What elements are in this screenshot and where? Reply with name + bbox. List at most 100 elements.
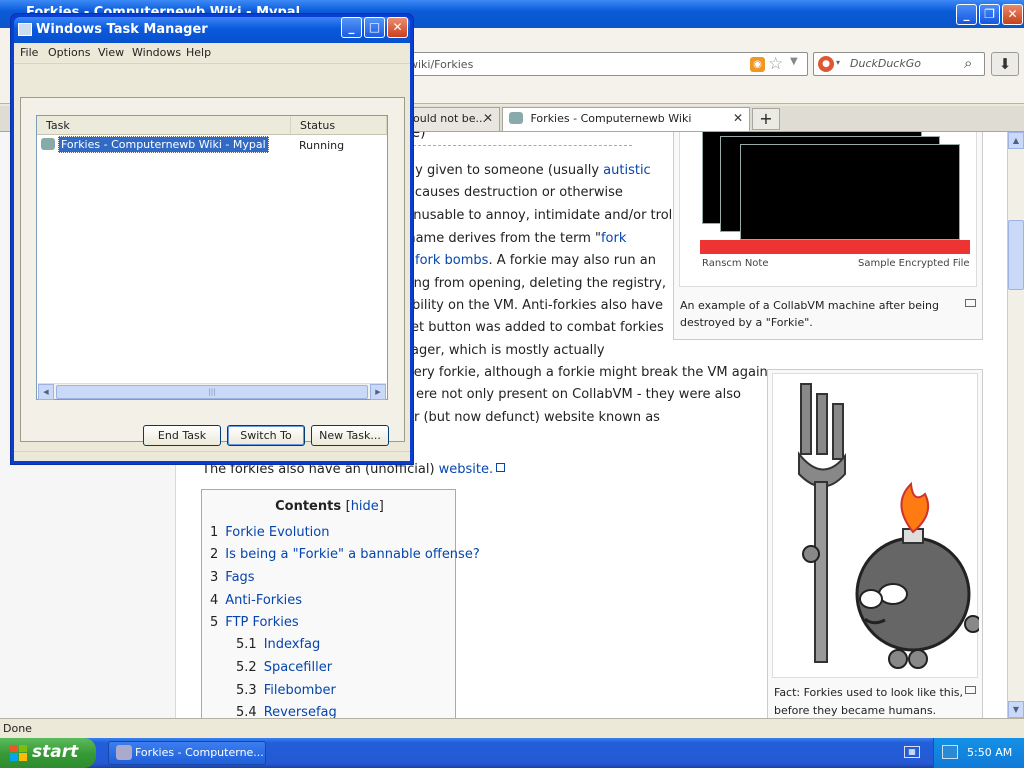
scroll-right-icon[interactable]: ▶ (370, 384, 386, 400)
article-line-3: unusable to annoy, intimidate and/or tro… (405, 208, 676, 223)
tm-maximize-button[interactable]: □ (364, 17, 385, 38)
line-text: . A forkie may also run an (488, 253, 656, 268)
download-icon[interactable]: ⬇ (991, 52, 1019, 76)
taskbar-app-icon (116, 745, 132, 760)
image-thumbnail-collabvm: Ranscm Note Sample Encrypted File An exa… (673, 132, 983, 340)
task-app-icon (41, 138, 55, 150)
link-fork[interactable]: fork (601, 231, 626, 246)
menu-options[interactable]: Options (48, 46, 90, 59)
windows-flag-icon (10, 745, 27, 761)
url-dropdown-icon[interactable]: ▼ (790, 56, 798, 67)
status-text: Done (3, 722, 32, 735)
toc-label: Anti-Forkies (225, 593, 303, 608)
task-manager-menubar: File Options View Windows Help (14, 43, 410, 63)
bomb-with-fork-image[interactable] (772, 373, 982, 678)
horizontal-scrollbar[interactable]: ◀ ||| ▶ (38, 383, 386, 400)
enlarge-icon[interactable] (965, 686, 976, 694)
scroll-thumb[interactable] (1008, 220, 1024, 290)
toc-label: Indexfag (263, 637, 321, 652)
menu-file[interactable]: File (20, 46, 38, 59)
rss-icon[interactable]: ◉ (750, 57, 765, 72)
tab-close-icon[interactable]: ✕ (483, 111, 493, 125)
tab-row (14, 63, 410, 93)
toc-hide-toggle[interactable]: hide (351, 499, 379, 514)
encrypted-file-label: Sample Encrypted File (858, 258, 970, 269)
tab-favicon-icon (509, 112, 523, 124)
toc-item[interactable]: 5.2 Spacefiller (236, 660, 332, 675)
link-autistic[interactable]: autistic (603, 163, 651, 178)
collabvm-screenshot[interactable]: Ranscm Note Sample Encrypted File (679, 132, 977, 287)
enlarge-icon[interactable] (965, 299, 976, 307)
article-line-4: heir name derives from the term "fork (378, 228, 626, 250)
toc-num: 3 (210, 570, 219, 585)
ransom-note-label: Ranscm Note (702, 258, 769, 269)
restore-button[interactable]: ❐ (979, 4, 1000, 25)
scroll-left-icon[interactable]: ◀ (38, 384, 54, 400)
toc-title-text: Contents (275, 499, 342, 514)
new-tab-button[interactable]: + (752, 108, 780, 130)
scroll-down-icon[interactable]: ▼ (1008, 701, 1024, 718)
toc-label: Is being a "Forkie" a bannable offense? (225, 547, 480, 562)
search-engine-dropdown-icon[interactable]: ▾ (836, 58, 840, 67)
toc-item[interactable]: 4 Anti-Forkies (210, 593, 302, 608)
article-line-12: r (but now defunct) website known as (414, 410, 660, 425)
article-line-8: et button was added to combat forkies (411, 320, 664, 335)
toc-item[interactable]: 5.4 Reversefag (236, 705, 337, 718)
column-status[interactable]: Status (291, 116, 387, 135)
start-label: start (32, 742, 79, 762)
browser-status-bar: Done (0, 718, 1024, 738)
task-manager-window[interactable]: Windows Task Manager _ □ ✕ File Options … (10, 13, 414, 465)
image-thumbnail-bomb: Fact: Forkies used to look like this, be… (767, 369, 983, 718)
toc-item[interactable]: 1 Forkie Evolution (210, 525, 329, 540)
end-task-button[interactable]: End Task (143, 425, 221, 446)
menu-help[interactable]: Help (186, 46, 211, 59)
toc-item[interactable]: 2 Is being a "Forkie" a bannable offense? (210, 547, 480, 562)
new-task-button[interactable]: New Task... (311, 425, 389, 446)
bomb-fork-illustration (798, 383, 982, 669)
task-manager-body: File Options View Windows Help Task Stat… (14, 43, 410, 461)
toc-item[interactable]: 3 Fags (210, 570, 255, 585)
link-website[interactable]: website. (439, 462, 494, 477)
toc-item[interactable]: 5.3 Filebomber (236, 683, 336, 698)
menu-view[interactable]: View (98, 46, 124, 59)
toc-label: Filebomber (263, 683, 336, 698)
duckduckgo-icon[interactable]: ● (818, 56, 834, 72)
toc-label: Spacefiller (263, 660, 333, 675)
article-line-11: ere not only present on CollabVM - they … (416, 387, 741, 402)
switch-to-button[interactable]: Switch To (227, 425, 305, 446)
menu-windows[interactable]: Windows (132, 46, 181, 59)
toc-num: 5.4 (236, 705, 257, 718)
table-row[interactable]: Forkies - Computernewb Wiki - Mypal Runn… (41, 136, 344, 153)
toc-item[interactable]: 5 FTP Forkies (210, 615, 299, 630)
task-list[interactable]: Task Status Forkies - Computernewb Wiki … (36, 115, 388, 400)
horizontal-scroll-thumb[interactable]: ||| (56, 385, 368, 399)
address-url: wiki/Forkies (409, 58, 474, 71)
clock[interactable]: 5:50 AM (967, 746, 1012, 759)
tm-minimize-button[interactable]: _ (341, 17, 362, 38)
toc-label: Forkie Evolution (225, 525, 330, 540)
toc-num: 5.2 (236, 660, 257, 675)
link-fork-bombs[interactable]: fork bombs (415, 253, 488, 268)
minimize-button[interactable]: _ (956, 4, 977, 25)
toc-item[interactable]: 5.1 Indexfag (236, 637, 320, 652)
tab-close-icon[interactable]: ✕ (733, 111, 743, 125)
toc-num: 5.1 (236, 637, 257, 652)
keyboard-icon[interactable]: ▦ (904, 746, 920, 758)
network-icon[interactable] (942, 745, 958, 759)
toc-num: 5.3 (236, 683, 257, 698)
toc-num: 2 (210, 547, 219, 562)
task-manager-statusbar (14, 451, 410, 461)
article-line-10: very forkie, although a forkie might bre… (406, 365, 768, 380)
toc-num: 4 (210, 593, 219, 608)
search-icon[interactable]: ⌕ (964, 54, 972, 72)
scroll-up-icon[interactable]: ▲ (1008, 132, 1024, 149)
bookmark-star-icon[interactable]: ☆ (768, 54, 783, 74)
article-line-9: ager, which is mostly actually (411, 343, 605, 358)
task-name: Forkies - Computernewb Wiki - Mypal (58, 136, 269, 153)
table-of-contents: Contents [hide] 1 Forkie Evolution 2 Is be… (201, 489, 480, 718)
close-button[interactable]: ✕ (1002, 4, 1023, 25)
tm-close-button[interactable]: ✕ (387, 17, 408, 38)
column-task[interactable]: Task (37, 116, 291, 135)
tab-2[interactable]: Forkies - Computernewb Wiki ✕ (502, 107, 750, 131)
search-bar[interactable]: ● ▾ DuckDuckGo ⌕ (813, 52, 985, 76)
